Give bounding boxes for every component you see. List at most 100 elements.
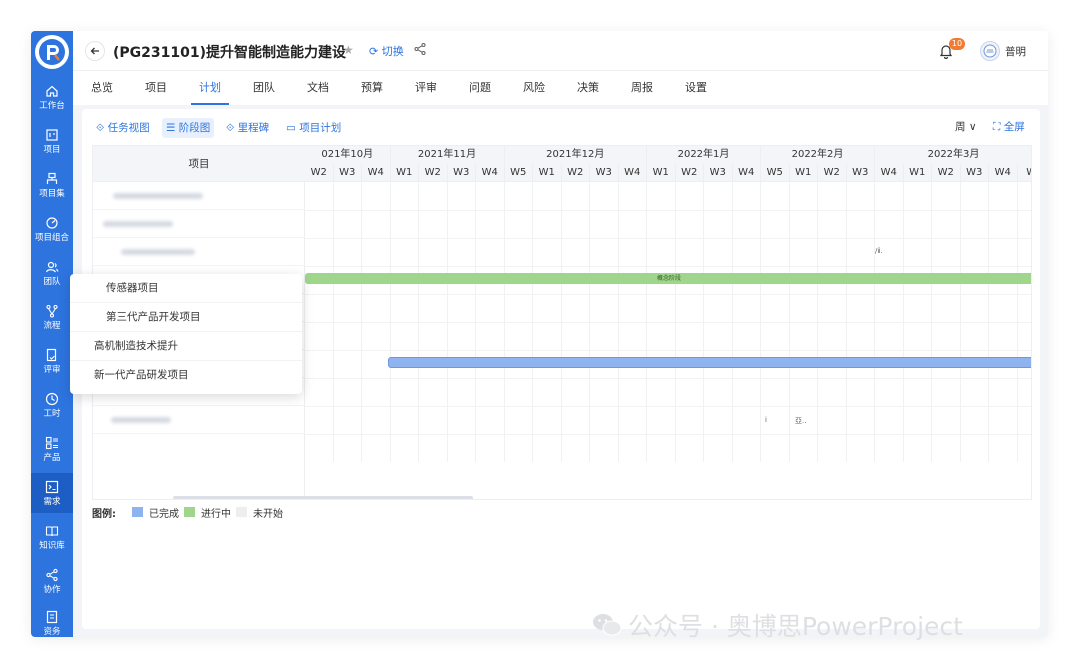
share-icon (45, 568, 59, 582)
cell-note: 亞.. (795, 417, 807, 425)
tab-review[interactable]: 评审 (415, 71, 437, 105)
switch-button[interactable]: ⟳ 切换 (369, 43, 404, 59)
plan-icon: ▭ (286, 122, 296, 134)
legend-swatch-completed (132, 507, 143, 517)
back-button[interactable] (85, 41, 105, 61)
week-header-row: W2 W3 W4 W1 W2 W3 W4 W5 W1 W2 W3 W4 W1 W2 W3 W4 W5 W1 W2 W3… (305, 164, 1031, 182)
milestone-view-label: 里程碑 (237, 122, 270, 134)
arrow-left-icon (90, 47, 99, 55)
sidebar-item-requirement[interactable]: 需求 (31, 473, 73, 513)
gantt-row[interactable] (93, 238, 305, 266)
tab-project[interactable]: 项目 (145, 71, 167, 105)
period-value: 周 (955, 121, 966, 133)
milestone-icon: ⟐ (226, 122, 235, 134)
sidebar-item-label: 项目集 (39, 188, 65, 199)
week-label: W3 (334, 164, 362, 182)
app-logo[interactable] (35, 35, 69, 69)
week-label: W3 (590, 164, 619, 182)
blurred-text (111, 417, 171, 423)
sidebar-item-product[interactable]: 产品 (31, 429, 73, 469)
gantt-row[interactable] (93, 182, 305, 210)
week-label: W4 (362, 164, 391, 182)
month-label: 021年10月 (305, 146, 391, 164)
sidebar-item-label: 工时 (43, 408, 61, 419)
week-label: W5 (505, 164, 533, 182)
fullscreen-button[interactable]: ⛶ 全屏 (993, 119, 1025, 134)
sidebar-item-project[interactable]: 项目 (31, 121, 73, 161)
home-icon (45, 84, 59, 98)
watermark-text: 公众号 · 奥博思PowerProject (628, 612, 963, 641)
sidebar-item-portfolio[interactable]: 项目组合 (31, 209, 73, 249)
gantt-row[interactable] (93, 210, 305, 238)
stage-bar-completed[interactable] (388, 357, 1031, 368)
week-label: W3 (961, 164, 989, 182)
stage-bar-in-progress[interactable]: 概念阶段 (305, 273, 1031, 284)
share-icon[interactable] (413, 42, 427, 56)
sidebar-item-label: 项目组合 (34, 232, 69, 243)
week-label: W2 (932, 164, 961, 182)
star-icon[interactable]: ★ (343, 43, 354, 57)
task-view-button[interactable]: ⟐ 任务视图 (92, 118, 154, 138)
milestone-view-button[interactable]: ⟐ 里程碑 (222, 118, 273, 138)
grid-hline (305, 406, 1031, 407)
tab-team[interactable]: 团队 (253, 71, 275, 105)
user-name[interactable]: 普明 (1005, 44, 1026, 59)
period-select[interactable]: 周 ∨ (955, 119, 977, 134)
sidebar-item-collab[interactable]: 协作 (31, 561, 73, 601)
sidebar-item-flow[interactable]: 流程 (31, 297, 73, 337)
notification-badge: 10 (949, 38, 965, 50)
sidebar-item-knowledge[interactable]: 知识库 (31, 517, 73, 557)
tab-budget[interactable]: 预算 (361, 71, 383, 105)
flow-icon (45, 304, 59, 318)
tab-settings[interactable]: 设置 (685, 71, 707, 105)
dropdown-item[interactable]: 第三代产品开发项目 (70, 303, 302, 332)
stage-bar-label: 概念阶段 (656, 275, 681, 282)
dropdown-item[interactable]: 传感器项目 (70, 274, 302, 303)
sidebar-item-workbench[interactable]: 工作台 (31, 77, 73, 117)
week-label: W1 (790, 164, 818, 182)
week-label: W3 (704, 164, 733, 182)
grid-hline (305, 266, 1031, 267)
tab-plan[interactable]: 计划 (191, 71, 229, 105)
week-label: W4 (875, 164, 904, 182)
dropdown-item[interactable]: 高机制造技术提升 (70, 332, 302, 361)
grid-hline (305, 378, 1031, 379)
gantt-timeline: 021年10月 2021年11月 2021年12月 2022年1月 2022年2… (305, 146, 1031, 499)
stage-view-button[interactable]: ☰ 阶段图 (162, 118, 215, 138)
project-plan-view-label: 项目计划 (299, 122, 342, 134)
sidebar-item-finance[interactable]: 资务 (31, 603, 73, 637)
tab-risks[interactable]: 风险 (523, 71, 545, 105)
horizontal-scrollbar[interactable] (173, 496, 473, 499)
tab-weekly[interactable]: 周报 (631, 71, 653, 105)
legend-swatch-not-started (236, 507, 247, 517)
week-label: W2 (818, 164, 847, 182)
fullscreen-label: 全屏 (1003, 121, 1025, 133)
sidebar-item-team[interactable]: 团队 (31, 253, 73, 293)
tab-issues[interactable]: 问题 (469, 71, 491, 105)
week-label: W2 (305, 164, 334, 182)
program-icon (45, 172, 59, 186)
tab-decisions[interactable]: 决策 (577, 71, 599, 105)
project-plan-view-button[interactable]: ▭ 项目计划 (282, 118, 345, 138)
sidebar-item-label: 团队 (43, 276, 61, 287)
switch-label: 切换 (381, 45, 404, 58)
week-label: W1 (533, 164, 562, 182)
top-bar: (PG231101)提升智能制造能力建设 ★ ⟳ 切换 10 普明 (73, 31, 1048, 71)
month-label: 2021年12月 (505, 146, 647, 164)
cell-note: i (765, 416, 767, 424)
avatar[interactable] (980, 41, 1000, 61)
project-dropdown: 传感器项目 第三代产品开发项目 高机制造技术提升 新一代产品研发项目 (70, 274, 302, 394)
dropdown-item[interactable]: 新一代产品研发项目 (70, 361, 302, 390)
sidebar-item-program[interactable]: 项目集 (31, 165, 73, 205)
week-label: W3 (448, 164, 476, 182)
clock-icon (45, 392, 59, 406)
tab-documents[interactable]: 文档 (307, 71, 329, 105)
gantt-row[interactable] (93, 406, 305, 434)
sidebar-item-review[interactable]: 评审 (31, 341, 73, 381)
sidebar-item-timesheet[interactable]: 工时 (31, 385, 73, 425)
page-title: (PG231101)提升智能制造能力建设 (113, 45, 346, 61)
week-label: W1 (647, 164, 676, 182)
blurred-text (121, 249, 195, 255)
tab-overview[interactable]: 总览 (91, 71, 113, 105)
blurred-text (103, 221, 173, 227)
